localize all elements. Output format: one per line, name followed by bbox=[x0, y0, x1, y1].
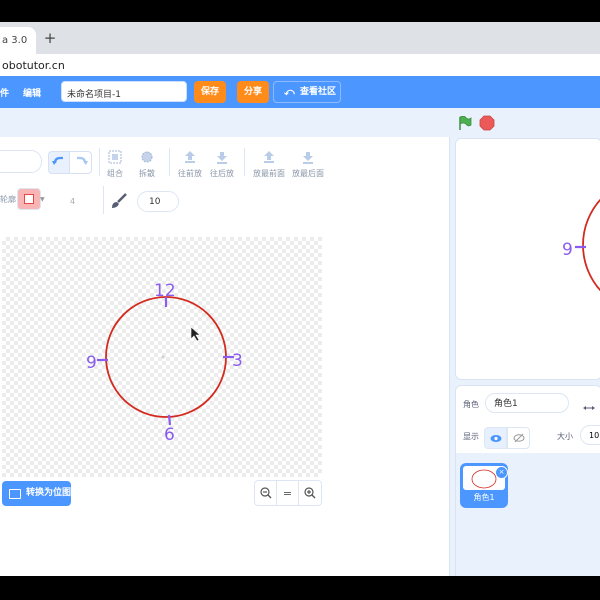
stage[interactable]: 9 bbox=[455, 138, 600, 380]
size-label: 大小 bbox=[557, 432, 573, 441]
outline-color-preview bbox=[24, 194, 34, 204]
green-flag-icon[interactable] bbox=[458, 116, 472, 131]
forward-icon bbox=[185, 151, 195, 163]
zoom-in-icon bbox=[304, 487, 316, 499]
sprite-label: 角色 bbox=[463, 400, 479, 409]
back-button[interactable]: 放最后面 bbox=[290, 150, 326, 179]
zoom-controls: = bbox=[254, 480, 322, 506]
stage-drawing: 9 bbox=[562, 198, 600, 292]
convert-to-bitmap-label: 转换为位图 bbox=[26, 488, 72, 498]
costume-name-input[interactable] bbox=[0, 150, 42, 173]
see-community-button[interactable]: ⤺ 查看社区 bbox=[273, 81, 341, 103]
sprite-tile-label: 角色1 bbox=[473, 493, 495, 502]
ungroup-label: 拆散 bbox=[139, 169, 155, 178]
show-visible-button[interactable] bbox=[484, 427, 507, 449]
editor-tab-strip bbox=[0, 108, 449, 137]
ungroup-button[interactable]: 拆散 bbox=[129, 150, 165, 179]
address-bar[interactable] bbox=[0, 54, 600, 76]
sprite-name-input[interactable]: 角色1 bbox=[485, 393, 569, 413]
project-title-input[interactable] bbox=[62, 83, 189, 104]
back-label: 放最后面 bbox=[292, 169, 324, 178]
center-point bbox=[161, 355, 165, 359]
label-3: 3 bbox=[232, 351, 243, 371]
menu-file[interactable]: 件 bbox=[0, 86, 9, 99]
chevron-down-icon[interactable]: ▼ bbox=[40, 196, 45, 203]
menu-edit[interactable]: 编辑 bbox=[23, 86, 41, 99]
browser-tab[interactable]: a 3.0 bbox=[0, 27, 36, 54]
outline-label: 轮廓 bbox=[0, 195, 16, 204]
bring-to-front-icon bbox=[264, 151, 274, 163]
group-button[interactable]: 组合 bbox=[97, 150, 133, 179]
zoom-reset-button[interactable]: = bbox=[277, 481, 299, 505]
canvas-drawing[interactable]: 12 3 6 9 bbox=[2, 237, 322, 477]
send-to-back-icon bbox=[303, 152, 313, 164]
show-label: 显示 bbox=[463, 432, 479, 441]
clock-circle[interactable] bbox=[105, 296, 227, 418]
show-hidden-button[interactable] bbox=[507, 427, 530, 449]
eye-hidden-icon bbox=[513, 433, 524, 443]
forward-button[interactable]: 往前放 bbox=[172, 150, 208, 179]
front-button[interactable]: 放最前面 bbox=[251, 150, 287, 179]
new-tab-button[interactable]: + bbox=[42, 30, 58, 46]
redo-icon bbox=[77, 156, 88, 165]
outline-color-swatch[interactable] bbox=[17, 188, 41, 210]
see-community-label: 查看社区 bbox=[300, 87, 337, 97]
zoom-out-button[interactable] bbox=[255, 481, 277, 505]
save-button[interactable]: 保存 bbox=[194, 81, 226, 103]
undo-icon bbox=[52, 156, 63, 165]
brush-size-input[interactable]: 10 bbox=[137, 191, 179, 212]
project-title-field[interactable] bbox=[61, 81, 189, 104]
stage-label-9: 9 bbox=[562, 240, 573, 260]
brush-icon bbox=[112, 193, 127, 208]
bitmap-icon bbox=[9, 489, 21, 499]
mouse-cursor-icon bbox=[190, 326, 201, 342]
group-label: 组合 bbox=[107, 169, 123, 178]
backward-button[interactable]: 往后放 bbox=[204, 150, 240, 179]
tick-6 bbox=[167, 414, 172, 426]
convert-to-bitmap-button[interactable]: 转换为位图 bbox=[2, 481, 71, 506]
stop-icon[interactable] bbox=[479, 115, 495, 131]
outline-width-input[interactable]: 4 bbox=[70, 197, 75, 206]
toolbar-divider bbox=[169, 148, 170, 176]
toolbar-divider bbox=[103, 186, 104, 214]
community-icon: ⤺ bbox=[284, 87, 295, 98]
close-icon[interactable]: × bbox=[495, 466, 508, 479]
browser-tab-bar bbox=[0, 22, 600, 54]
label-9: 9 bbox=[86, 353, 97, 373]
letterbox-bottom bbox=[0, 576, 600, 600]
front-label: 放最前面 bbox=[253, 169, 285, 178]
toolbar-divider bbox=[244, 148, 245, 176]
browser-tab-title: a 3.0 bbox=[2, 35, 28, 46]
zoom-out-icon bbox=[259, 487, 271, 499]
share-button[interactable]: 分享 bbox=[237, 81, 269, 103]
address-url[interactable]: obotutor.cn bbox=[2, 59, 65, 72]
backward-icon bbox=[217, 152, 227, 164]
label-6: 6 bbox=[164, 425, 175, 445]
backward-label: 往后放 bbox=[210, 169, 234, 178]
redo-button[interactable] bbox=[69, 151, 92, 174]
size-input[interactable]: 10 bbox=[580, 425, 600, 445]
undo-button[interactable] bbox=[48, 151, 70, 174]
group-icon bbox=[108, 150, 122, 164]
ungroup-icon bbox=[141, 151, 153, 163]
stage-clock-circle bbox=[582, 198, 600, 292]
eye-icon bbox=[490, 434, 501, 442]
label-12: 12 bbox=[154, 281, 176, 301]
forward-label: 往前放 bbox=[178, 169, 202, 178]
zoom-in-button[interactable] bbox=[299, 481, 321, 505]
horizontal-arrows-icon bbox=[583, 406, 595, 410]
